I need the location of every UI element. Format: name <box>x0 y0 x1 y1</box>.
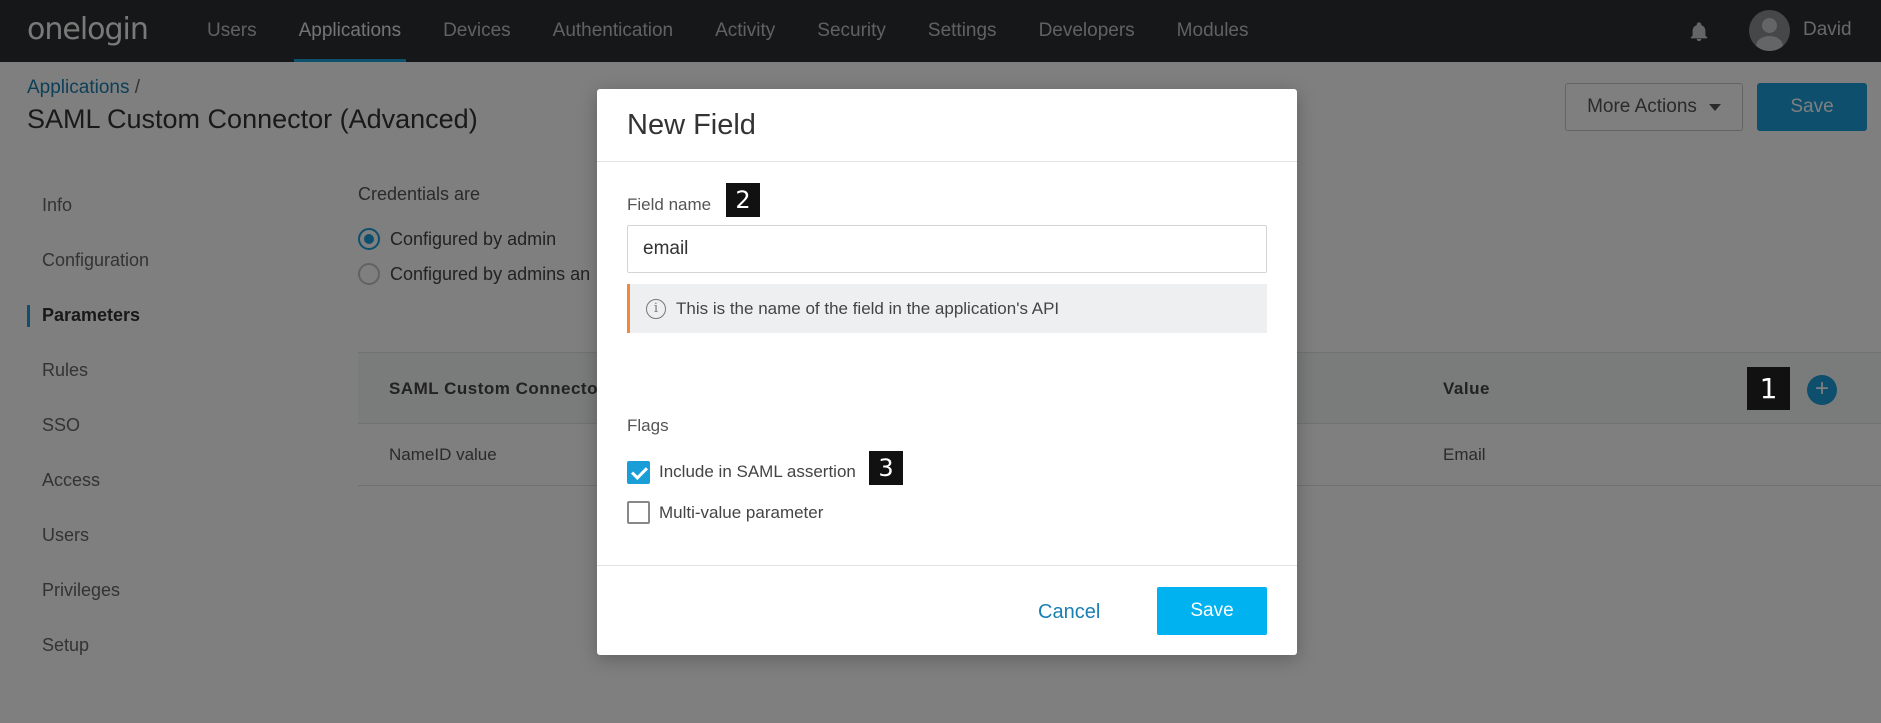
new-field-dialog: New Field Field name i This is the name … <box>597 89 1297 655</box>
annotation-marker-1: 1 <box>1747 367 1790 410</box>
flags-label: Flags <box>627 416 669 435</box>
dialog-title: New Field <box>627 109 756 141</box>
include-in-saml-assertion-label[interactable]: Include in SAML assertion <box>659 462 856 482</box>
dialog-header-divider <box>597 161 1297 162</box>
field-name-label: Field name <box>627 195 712 214</box>
cancel-button[interactable]: Cancel <box>1038 601 1100 624</box>
dialog-footer-divider <box>597 565 1297 566</box>
include-in-saml-assertion-checkbox[interactable] <box>627 461 650 484</box>
field-name-input[interactable] <box>627 225 1267 273</box>
annotation-marker-3: 3 <box>869 451 903 485</box>
field-name-hint: i This is the name of the field in the a… <box>627 284 1267 333</box>
save-button[interactable]: Save <box>1157 587 1267 635</box>
multi-value-parameter-label[interactable]: Multi-value parameter <box>659 503 823 523</box>
hint-text: This is the name of the field in the app… <box>676 298 1060 318</box>
multi-value-parameter-checkbox[interactable] <box>627 501 650 524</box>
info-icon: i <box>646 298 666 319</box>
annotation-marker-2: 2 <box>726 183 760 217</box>
